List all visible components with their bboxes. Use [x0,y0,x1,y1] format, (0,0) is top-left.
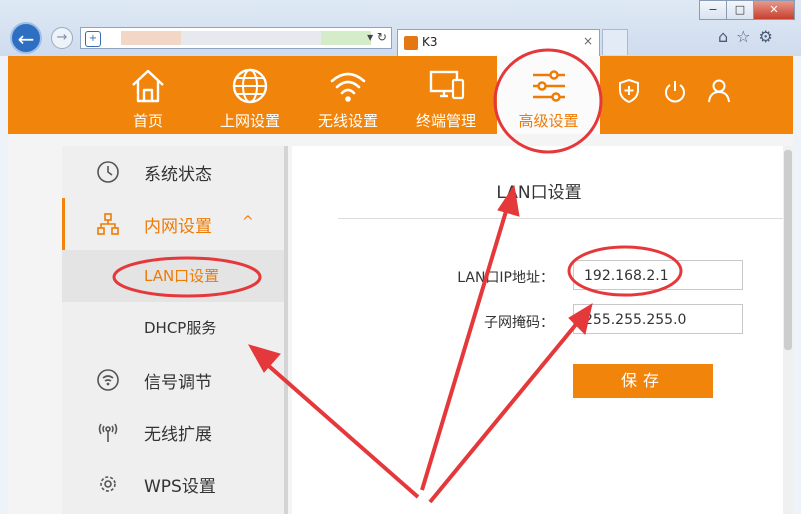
nav-label: 首页 [132,112,163,130]
sidebar-item-label: 系统状态 [144,165,212,185]
sidebar-subitem-dhcp[interactable]: DHCP服务 [62,302,284,354]
sidebar-item-system-status[interactable]: 系统状态 [62,146,284,198]
nav-devices[interactable]: 终端管理 [402,56,490,134]
forward-button[interactable]: → [51,27,73,49]
devices-icon [429,70,465,100]
page-title: LAN口设置 [496,183,582,203]
address-bar[interactable]: + ▾ ↻ [80,27,392,49]
nav-wireless[interactable]: 无线设置 [304,56,392,134]
sidebar-item-signal[interactable]: 信号调节 [62,354,284,406]
main-panel: LAN口设置 LAN口IP地址： 192.168.2.1 子网掩码： 255.2… [292,146,786,514]
lan-ip-input[interactable]: 192.168.2.1 [573,260,743,290]
sidebar-item-label: LAN口设置 [144,267,220,285]
sidebar-subitem-lan-port[interactable]: LAN口设置 [62,250,284,302]
sidebar-item-label: 信号调节 [144,373,212,393]
sidebar-item-label: 内网设置 [144,217,212,237]
home-icon[interactable]: ⌂ [718,27,728,46]
nav-label: 终端管理 [415,112,476,130]
security-shield-icon: + [85,31,101,47]
lan-ip-label: LAN口IP地址： [457,270,554,286]
sidebar-item-label: 无线扩展 [144,425,212,445]
sidebar-item-label: WPS设置 [144,477,216,497]
sidebar-item-lan-settings[interactable]: 内网设置 ^ [62,198,284,250]
wireless-extend-icon [98,423,118,442]
nav-internet[interactable]: 上网设置 [206,56,294,134]
new-tab-button[interactable] [602,29,628,55]
active-indicator [62,198,65,250]
shield-plus-icon[interactable] [617,78,641,104]
network-icon [97,213,119,235]
sliders-icon [532,70,565,102]
scrollbar-thumb[interactable] [784,150,792,350]
globe-icon [232,68,268,104]
sidebar-item-wireless-extend[interactable]: 无线扩展 [62,406,284,458]
address-tools[interactable]: ▾ ↻ [367,30,387,44]
maximize-button[interactable]: □ [726,0,754,20]
router-top-nav: 首页 上网设置 无线设置 终端管理 高级设置 [8,56,793,134]
power-icon[interactable] [663,78,687,104]
back-button[interactable]: ← [10,22,42,54]
favicon-icon [404,36,418,50]
nav-home[interactable]: 首页 [110,56,186,134]
subnet-mask-input[interactable]: 255.255.255.0 [573,304,743,334]
settings-gear-icon[interactable]: ⚙ [759,27,773,46]
nav-label: 上网设置 [219,112,280,130]
sidebar-item-label: DHCP服务 [144,319,217,337]
title-divider [338,218,786,219]
browser-toolbar: ⌂ ☆ ⚙ [718,27,773,46]
sidebar: 系统状态 内网设置 ^ LAN口设置 DHCP服务 信号调节 无线扩展 WPS设… [62,146,284,514]
minimize-button[interactable]: − [699,0,727,20]
home-icon [132,69,164,103]
window-controls: − □ ✕ [699,0,795,20]
chevron-up-icon[interactable]: ^ [242,214,254,230]
clock-icon [97,161,119,183]
tab-close-button[interactable]: × [583,34,593,48]
signal-icon [97,369,119,391]
scrollbar[interactable] [783,146,793,514]
close-button[interactable]: ✕ [753,0,795,20]
tab-title: K3 [422,35,438,49]
wifi-icon [330,72,366,102]
favorites-star-icon[interactable]: ☆ [736,27,750,46]
nav-label: 无线设置 [317,112,378,130]
nav-advanced[interactable]: 高级设置 [497,56,600,134]
browser-tab[interactable]: K3 × [397,29,600,56]
subnet-mask-label: 子网掩码： [484,315,554,331]
user-icon[interactable] [707,78,731,104]
sidebar-item-wps[interactable]: WPS设置 [62,458,284,510]
sidebar-divider [284,146,288,514]
wps-gear-icon [100,476,116,492]
nav-label: 高级设置 [518,112,579,130]
save-button[interactable]: 保存 [573,364,713,398]
browser-chrome: − □ ✕ ← → + ▾ ↻ K3 × ⌂ ☆ ⚙ [0,0,801,56]
